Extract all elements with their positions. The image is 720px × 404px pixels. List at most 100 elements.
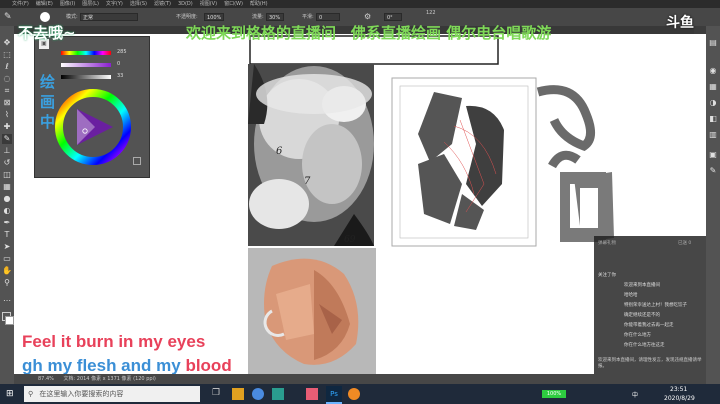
brushes-panel-icon[interactable]: ✎ bbox=[708, 166, 718, 176]
hue-value: 285 bbox=[117, 49, 127, 55]
type-tool-icon[interactable]: T bbox=[2, 230, 12, 240]
gradient-tool-icon[interactable]: ▦ bbox=[2, 182, 12, 192]
menu-item-view[interactable]: 视图(V) bbox=[200, 0, 217, 8]
zoom-tool-icon[interactable]: ⚲ bbox=[2, 278, 12, 288]
color-wheel[interactable] bbox=[55, 89, 131, 165]
menu-item-type[interactable]: 文字(Y) bbox=[106, 0, 123, 8]
overlay-side-vertical-text: 绘画中 bbox=[40, 73, 56, 131]
chat-line: 欢迎来到本直播间 bbox=[624, 283, 660, 288]
document-info: 文档: 2014 像素 x 1371 像素 (120 ppi) bbox=[63, 376, 156, 382]
chat-footer-notice: 欢迎来到本直播间，请理性发言，发现违规直播请举报。 bbox=[598, 358, 702, 369]
stream-welcome-banner: 欢迎来到格格的直播间 佛系直播绘画 偶尔电台唱歌游 bbox=[186, 24, 552, 42]
lyric-line-2-blue: gh my flesh and my bbox=[22, 356, 181, 375]
sketch-number-6: 6 bbox=[276, 146, 283, 157]
quick-select-icon[interactable]: ◌ bbox=[2, 74, 12, 84]
brush-preset-icon[interactable] bbox=[40, 12, 50, 22]
crop-tool-icon[interactable]: ⌗ bbox=[2, 86, 12, 96]
store-icon[interactable] bbox=[272, 388, 284, 400]
color-panel-icon[interactable]: ◉ bbox=[708, 66, 718, 76]
menu-item-help[interactable]: 帮助(H) bbox=[250, 0, 268, 8]
menu-item-file[interactable]: 文件(F) bbox=[12, 0, 29, 8]
chat-line: 你在什么地方往这走 bbox=[624, 343, 665, 348]
douyu-app-icon[interactable] bbox=[348, 388, 360, 400]
edit-toolbar-icon[interactable]: ⋯ bbox=[2, 296, 12, 306]
history-brush-icon[interactable]: ↺ bbox=[2, 158, 12, 168]
chat-tab-gifts[interactable]: 已送 0 bbox=[678, 240, 691, 246]
chat-line: 确定继续还是不的 bbox=[624, 313, 660, 318]
brush-tool-icon[interactable]: ✎ bbox=[2, 134, 12, 144]
taskbar-search-box[interactable]: ⚲ 在这里输入你要搜索的内容 bbox=[24, 386, 200, 402]
hue-slider[interactable] bbox=[61, 51, 111, 55]
app-icon[interactable] bbox=[306, 388, 318, 400]
properties-panel-icon[interactable]: ▣ bbox=[708, 150, 718, 160]
file-explorer-icon[interactable] bbox=[232, 388, 244, 400]
clock-time[interactable]: 23:51 bbox=[670, 386, 687, 393]
lyric-line-2-red: blood bbox=[185, 356, 232, 375]
pen-tool-icon[interactable]: ✒ bbox=[2, 218, 12, 228]
stamp-tool-icon[interactable]: ⊥ bbox=[2, 146, 12, 156]
browser-icon[interactable] bbox=[252, 388, 264, 400]
chat-line: 关注了你 bbox=[598, 273, 616, 278]
channels-panel-icon[interactable]: ▥ bbox=[708, 130, 718, 140]
overlay-top-left-text: 不去哦~ bbox=[18, 24, 76, 42]
right-panel-dock: ▤ ◉ ▦ ◑ ◧ ▥ ▣ ✎ bbox=[706, 26, 720, 386]
eyedropper-icon[interactable]: ⌇ bbox=[2, 110, 12, 120]
healing-brush-icon[interactable]: ✚ bbox=[2, 122, 12, 132]
frame-tool-icon[interactable]: ⊠ bbox=[2, 98, 12, 108]
input-language[interactable]: 中 bbox=[632, 390, 638, 399]
menu-item-filter[interactable]: 滤镜(T) bbox=[154, 0, 171, 8]
clock-date[interactable]: 2020/8/29 bbox=[664, 395, 695, 402]
brush-tool-icon[interactable]: ✎ bbox=[4, 8, 12, 26]
background-color-swatch[interactable] bbox=[5, 316, 14, 325]
flow-input[interactable]: 30% bbox=[266, 13, 284, 21]
menu-item-select[interactable]: 选择(S) bbox=[130, 0, 147, 8]
marquee-tool-icon[interactable]: ⬚ bbox=[2, 50, 12, 60]
search-icon: ⚲ bbox=[28, 390, 34, 398]
sketch-number-7: 7 bbox=[304, 176, 311, 187]
adjustments-panel-icon[interactable]: ◑ bbox=[708, 98, 718, 108]
menu-item-layer[interactable]: 图层(L) bbox=[82, 0, 99, 8]
status-bar: 87.4% 文档: 2014 像素 x 1371 像素 (120 ppi) bbox=[14, 374, 706, 384]
lasso-tool-icon[interactable]: ℓ bbox=[2, 62, 12, 72]
planes-head-reference-image bbox=[248, 248, 376, 374]
douyu-logo: 斗鱼 bbox=[666, 15, 694, 31]
battery-indicator[interactable]: 100% bbox=[542, 390, 566, 398]
search-placeholder: 在这里输入你要搜索的内容 bbox=[39, 390, 124, 398]
task-view-icon[interactable]: ❐ bbox=[212, 388, 224, 400]
tools-panel: ✥ ⬚ ℓ ◌ ⌗ ⊠ ⌇ ✚ ✎ ⊥ ↺ ◫ ▦ ● ◐ ✒ T ➤ ▭ ✋ … bbox=[0, 26, 14, 386]
move-tool-icon[interactable]: ✥ bbox=[2, 38, 12, 48]
saturation-slider[interactable] bbox=[61, 63, 111, 67]
brightness-slider[interactable] bbox=[61, 75, 111, 79]
lyric-line-2: gh my flesh and my blood bbox=[22, 356, 232, 376]
hand-tool-icon[interactable]: ✋ bbox=[2, 266, 12, 276]
danmaku-chat-panel: 弹幕礼物 已送 0 关注了你 欢迎来到本直播间 哈哈哈 特别荣幸送达上村！我想吃… bbox=[594, 236, 706, 374]
eraser-tool-icon[interactable]: ◫ bbox=[2, 170, 12, 180]
panel-menu-icon[interactable] bbox=[133, 157, 141, 165]
brush-size-value: 122 bbox=[426, 10, 436, 16]
lyric-line-1: Feel it burn in my eyes bbox=[22, 332, 206, 351]
blur-tool-icon[interactable]: ● bbox=[2, 194, 12, 204]
menu-item-3d[interactable]: 3D(D) bbox=[178, 0, 193, 8]
chat-line: 你在什么地方 bbox=[624, 333, 651, 338]
chat-line: 特别荣幸送达上村！我想吃饺子 bbox=[624, 303, 687, 308]
dodge-tool-icon[interactable]: ◐ bbox=[2, 206, 12, 216]
swatches-panel-icon[interactable]: ▦ bbox=[708, 82, 718, 92]
chat-line: 你能带着我过去再一起走 bbox=[624, 323, 674, 328]
grey-brush-strokes bbox=[536, 85, 614, 242]
zoom-level[interactable]: 87.4% bbox=[38, 376, 54, 382]
path-select-icon[interactable]: ➤ bbox=[2, 242, 12, 252]
menu-item-window[interactable]: 窗口(W) bbox=[224, 0, 243, 8]
layers-panel-icon[interactable]: ◧ bbox=[708, 114, 718, 124]
menu-item-image[interactable]: 图像(I) bbox=[60, 0, 75, 8]
windows-start-icon[interactable]: ⊞ bbox=[6, 389, 16, 399]
rectangle-tool-icon[interactable]: ▭ bbox=[2, 254, 12, 264]
history-panel-icon[interactable]: ▤ bbox=[708, 38, 718, 48]
angle-input[interactable]: 0° bbox=[384, 13, 402, 21]
smooth-input[interactable]: 0 bbox=[316, 13, 340, 21]
mode-select[interactable]: 正常 bbox=[80, 13, 138, 21]
menu-item-edit[interactable]: 编辑(E) bbox=[36, 0, 53, 8]
opacity-input[interactable]: 100% bbox=[204, 13, 224, 21]
photoshop-icon[interactable]: Ps bbox=[326, 386, 342, 404]
statue-reference-image bbox=[248, 64, 374, 246]
saturation-value: 0 bbox=[117, 61, 121, 67]
